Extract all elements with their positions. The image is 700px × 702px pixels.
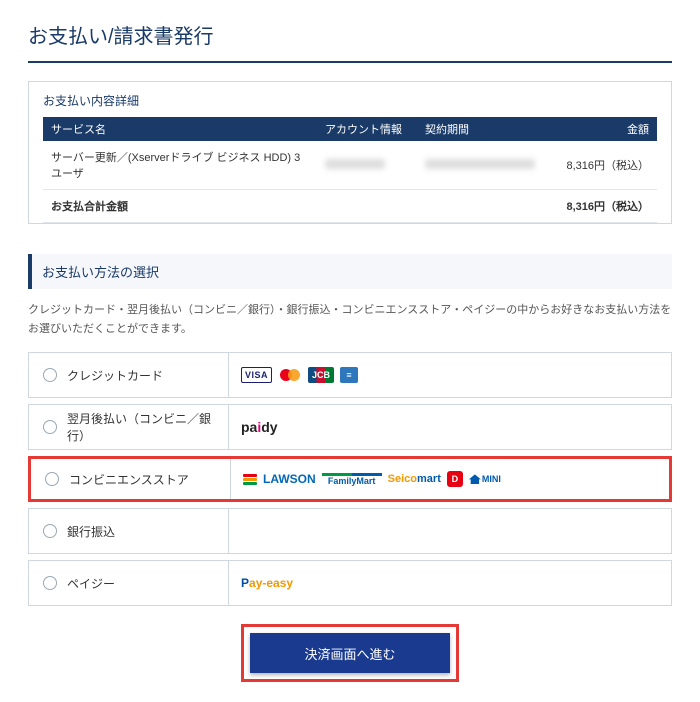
method-help: クレジットカード・翌月後払い（コンビニ／銀行）・銀行振込・コンビニエンスストア・… [28,301,672,338]
radio-icon [43,576,57,590]
th-period: 契約期間 [417,117,547,141]
payment-detail-title: お支払い内容詳細 [43,92,657,109]
cvs-logos: LAWSON FamilyMart Seicomart D MINI [231,459,501,499]
payeasy-icon: Pay-easy [241,576,293,590]
method-heading: お支払い方法の選択 [28,254,672,289]
credit-logos: VISA JCB ≡ [229,353,358,397]
option-cvs[interactable]: コンビニエンスストア LAWSON FamilyMart Seicomart D… [28,456,672,502]
option-bank[interactable]: 銀行振込 [28,508,672,554]
radio-icon [43,524,57,538]
submit-highlight: 決済画面へ進む [241,624,459,682]
th-service: サービス名 [43,117,317,141]
radio-icon [43,368,57,382]
cell-amount: 8,316円（税込） [547,141,657,190]
table-row: サーバー更新／(Xserverドライブ ビジネス HDD) 3ユーザ xxxx … [43,141,657,190]
th-account: アカウント情報 [317,117,417,141]
option-payeasy[interactable]: ペイジー Pay-easy [28,560,672,606]
option-label: コンビニエンスストア [69,471,189,488]
total-row: お支払合計金額 8,316円（税込） [43,190,657,223]
paidy-icon: paidy [241,419,278,435]
familymart-icon: FamilyMart [322,473,382,486]
lawson-icon: LAWSON [263,472,316,486]
option-label: クレジットカード [67,367,163,384]
daily-icon: D [447,471,463,487]
radio-icon [43,420,57,434]
payment-detail-box: お支払い内容詳細 サービス名 アカウント情報 契約期間 金額 サーバー更新／(X… [28,81,672,224]
proceed-button[interactable]: 決済画面へ進む [250,633,450,673]
cell-service: サーバー更新／(Xserverドライブ ビジネス HDD) 3ユーザ [43,141,317,190]
payeasy-logo: Pay-easy [229,561,293,605]
option-credit[interactable]: クレジットカード VISA JCB ≡ [28,352,672,398]
radio-icon [45,472,59,486]
amex-icon: ≡ [340,367,358,383]
ministop-icon: MINI [469,474,501,484]
total-amount: 8,316円（税込） [547,190,657,223]
option-label: ペイジー [67,575,115,592]
th-amount: 金額 [547,117,657,141]
page-title: お支払い/請求書発行 [28,20,672,63]
total-label: お支払合計金額 [43,190,547,223]
seven-eleven-icon [243,474,257,485]
cell-account: xxxx [317,141,417,190]
seicomart-icon: Seicomart [388,473,441,485]
option-label: 翌月後払い（コンビニ／銀行） [67,410,228,444]
option-label: 銀行振込 [67,523,115,540]
mastercard-icon [278,367,302,383]
paidy-logo: paidy [229,405,278,449]
payment-detail-table: サービス名 アカウント情報 契約期間 金額 サーバー更新／(Xserverドライ… [43,117,657,223]
cell-period: xxxx [417,141,547,190]
option-paidy[interactable]: 翌月後払い（コンビニ／銀行） paidy [28,404,672,450]
jcb-icon: JCB [308,367,334,383]
visa-icon: VISA [241,367,272,383]
